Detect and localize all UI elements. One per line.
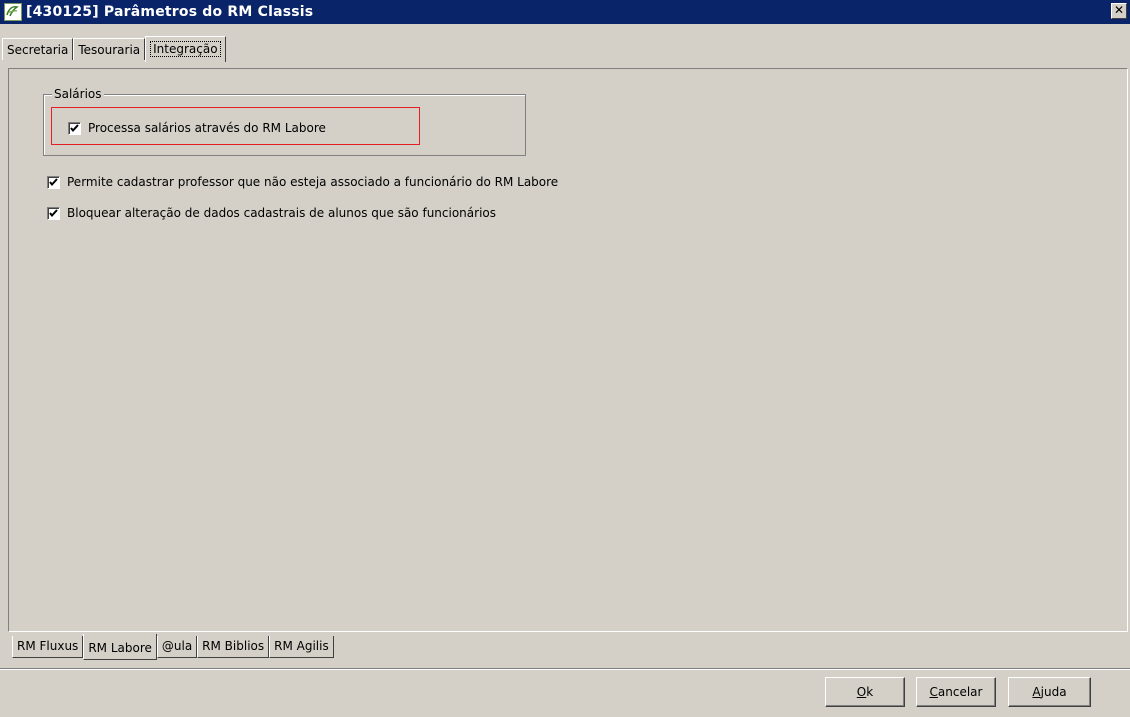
cancel-button[interactable]: Cancelar [916, 677, 996, 707]
ok-mnemonic: O [856, 685, 867, 699]
help-button[interactable]: Ajuda [1008, 677, 1091, 707]
checkbox-label: Processa salários através do RM Labore [88, 121, 326, 135]
processa-salarios-checkbox[interactable] [68, 121, 81, 135]
checkbox-label: Permite cadastrar professor que não este… [67, 175, 559, 189]
ok-label-rest: k [866, 685, 874, 699]
checkmark-icon [70, 123, 79, 132]
tab-rm-labore[interactable]: RM Labore [83, 634, 157, 660]
bloquear-alteracao-option[interactable]: Bloquear alteração de dados cadastrais d… [47, 206, 496, 220]
title-bar: [430125] Parâmetros do RM Classis ✕ [0, 0, 1130, 24]
permite-cadastrar-option[interactable]: Permite cadastrar professor que não este… [47, 175, 558, 189]
top-tab-strip: Secretaria Tesouraria Integração [2, 34, 226, 62]
tab-label: RM Labore [88, 641, 152, 655]
tab-label: RM Agilis [274, 639, 329, 653]
cancel-mnemonic: C [929, 685, 938, 699]
tab-label: @ula [161, 639, 193, 653]
close-icon: ✕ [1113, 3, 1125, 17]
ok-button[interactable]: Ok [825, 677, 905, 707]
tab-label: RM Biblios [202, 639, 265, 653]
checkmark-icon [49, 177, 58, 186]
tab-secretaria[interactable]: Secretaria [2, 38, 74, 60]
checkmark-icon [49, 208, 58, 217]
tab-label: Tesouraria [78, 43, 141, 57]
cancel-label-rest: ancelar [937, 685, 983, 699]
tab-tesouraria[interactable]: Tesouraria [73, 38, 146, 60]
processa-salarios-option[interactable]: Processa salários através do RM Labore [68, 121, 326, 135]
permite-cadastrar-checkbox[interactable] [47, 175, 60, 189]
app-logo-icon [4, 3, 22, 21]
tab-rm-biblios[interactable]: RM Biblios [197, 636, 270, 658]
help-label-rest: juda [1040, 685, 1067, 699]
bottom-tab-strip: RM Fluxus RM Labore @ula RM Biblios RM A… [12, 634, 334, 662]
window-title: [430125] Parâmetros do RM Classis [26, 4, 314, 20]
tab-aula[interactable]: @ula [156, 636, 198, 658]
tab-label: RM Fluxus [17, 639, 79, 653]
close-button[interactable]: ✕ [1111, 3, 1127, 19]
tab-label: Integração [150, 41, 221, 57]
tab-label: Secretaria [7, 43, 69, 57]
tab-rm-agilis[interactable]: RM Agilis [269, 636, 334, 658]
bloquear-alteracao-checkbox[interactable] [47, 206, 60, 220]
checkbox-label: Bloquear alteração de dados cadastrais d… [67, 206, 496, 220]
groupbox-title: Salários [52, 87, 104, 101]
help-mnemonic: A [1032, 685, 1041, 699]
separator-line [0, 668, 1130, 670]
tab-integracao[interactable]: Integração [145, 36, 226, 62]
tab-rm-fluxus[interactable]: RM Fluxus [12, 636, 84, 658]
